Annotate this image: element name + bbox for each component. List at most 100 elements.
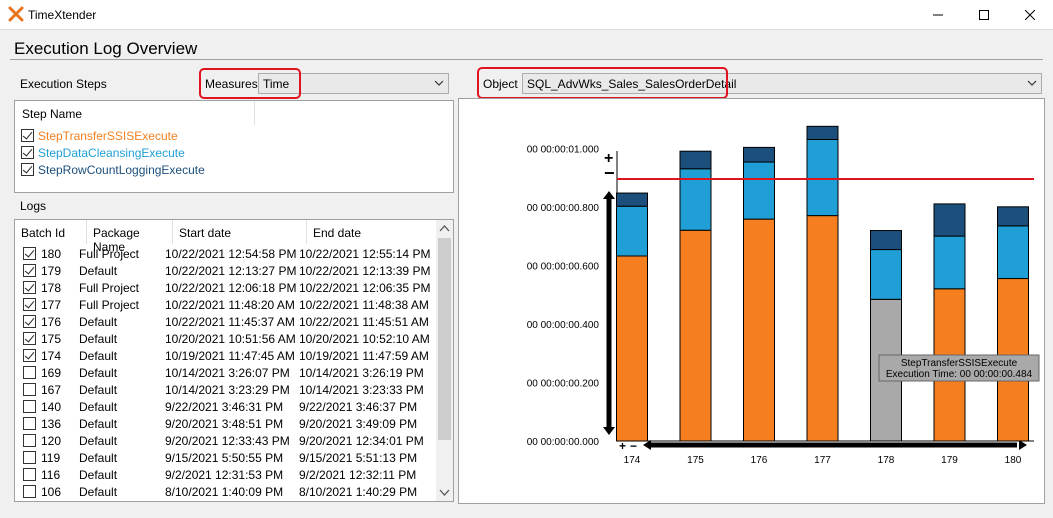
step-name-column-header[interactable]: Step Name: [15, 101, 255, 125]
row-checkbox[interactable]: [23, 434, 36, 447]
y-tick-label: 00 00:00:00.800: [527, 203, 600, 214]
table-row[interactable]: 177 Full Project 10/22/2021 11:48:20 AM 10/…: [15, 296, 429, 313]
cell-start: 10/20/2021 10:51:56 AM: [165, 332, 296, 346]
table-row[interactable]: 119 Default 9/15/2021 5:50:55 PM 9/15/2021 …: [15, 449, 429, 466]
row-checkbox[interactable]: [23, 315, 36, 328]
col-header-package-name[interactable]: Package Name: [87, 220, 173, 254]
row-checkbox[interactable]: [23, 349, 36, 362]
cell-start: 9/22/2021 3:46:31 PM: [165, 400, 284, 414]
cell-start: 9/20/2021 3:48:51 PM: [165, 417, 284, 431]
table-row[interactable]: 174 Default 10/19/2021 11:47:45 AM 10/19/20…: [15, 347, 429, 364]
timextender-logo-icon: [8, 6, 24, 22]
cell-batch: 178: [41, 281, 62, 295]
table-row[interactable]: 116 Default 9/2/2021 12:31:53 PM 9/2/2021 1…: [15, 466, 429, 483]
scroll-up-icon[interactable]: [436, 220, 453, 237]
maximize-icon: [979, 10, 989, 20]
bar-segment: [743, 146, 775, 163]
chevron-down-icon: [1027, 80, 1037, 86]
step-item[interactable]: StepTransferSSISExecute: [21, 127, 178, 144]
cell-batch: 116: [41, 468, 61, 482]
col-header-end-date[interactable]: End date: [307, 220, 437, 244]
y-tick-label: 00 00:00:00.600: [527, 261, 600, 272]
scroll-down-icon[interactable]: [436, 484, 453, 501]
row-checkbox[interactable]: [23, 247, 36, 260]
step-item[interactable]: StepRowCountLoggingExecute: [21, 161, 205, 178]
y-axis-up-arrow-icon: [603, 191, 615, 199]
cell-end: 10/19/2021 11:47:59 AM: [299, 349, 429, 363]
cell-start: 9/15/2021 5:50:55 PM: [165, 451, 284, 465]
cell-start: 10/22/2021 12:06:18 PM: [165, 281, 297, 295]
step-checkbox[interactable]: [21, 163, 34, 176]
bar-segment: [679, 150, 712, 170]
cell-package: Full Project: [79, 247, 140, 261]
table-row[interactable]: 167 Default 10/14/2021 3:23:29 PM 10/14/202…: [15, 381, 429, 398]
title-bar: TimeXtender: [0, 0, 1053, 30]
table-row[interactable]: 180 Full Project 10/22/2021 12:54:58 PM 10/…: [15, 245, 431, 262]
table-row[interactable]: 120 Default 9/20/2021 12:33:43 PM 9/20/2021…: [15, 432, 429, 449]
row-checkbox[interactable]: [23, 366, 36, 379]
cell-end: 10/22/2021 12:55:14 PM: [299, 247, 431, 261]
step-checkbox[interactable]: [21, 146, 34, 159]
row-checkbox[interactable]: [23, 485, 36, 498]
minimize-button[interactable]: [915, 0, 961, 30]
cell-end: 9/2/2021 12:32:11 PM: [299, 468, 417, 482]
row-checkbox[interactable]: [23, 417, 36, 430]
bar-segment: [743, 161, 775, 220]
cell-start: 9/2/2021 12:31:53 PM: [165, 468, 284, 482]
scrollbar-thumb[interactable]: [438, 238, 451, 440]
table-row[interactable]: 140 Default 9/22/2021 3:46:31 PM 9/22/2021 …: [15, 398, 429, 415]
bar-segment: [616, 205, 648, 257]
y-axis-down-arrow-icon: [603, 427, 615, 435]
bar-segment: [679, 168, 712, 231]
minimize-icon: [933, 14, 943, 16]
step-item[interactable]: StepDataCleansingExecute: [21, 144, 185, 161]
row-checkbox[interactable]: [23, 451, 36, 464]
logs-label: Logs: [20, 199, 47, 213]
cell-batch: 175: [41, 332, 62, 346]
close-button[interactable]: [1007, 0, 1053, 30]
row-checkbox[interactable]: [23, 383, 36, 396]
step-label: StepRowCountLoggingExecute: [38, 162, 205, 177]
step-name-header-label: Step Name: [22, 107, 83, 121]
close-icon: [1025, 10, 1035, 20]
y-tick-label: 00 00:00:00.200: [527, 378, 600, 389]
tooltip-title: StepTransferSSISExecute: [901, 358, 1018, 369]
col-header-start-date[interactable]: Start date: [173, 220, 307, 244]
step-label: StepDataCleansingExecute: [38, 145, 185, 160]
table-row[interactable]: 106 Default 8/10/2021 1:40:09 PM 8/10/2021 …: [15, 483, 429, 500]
bar-segment: [806, 125, 839, 140]
maximize-button[interactable]: [961, 0, 1007, 30]
step-checkbox[interactable]: [21, 129, 34, 142]
row-checkbox[interactable]: [23, 400, 36, 413]
measures-highlight: [199, 68, 301, 99]
chevron-down-icon: [434, 80, 444, 86]
execution-time-chart: +−+ −00 00:00:00.00000 00:00:00.20000 00:…: [527, 125, 1040, 466]
table-row[interactable]: 175 Default 10/20/2021 10:51:56 AM 10/20/20…: [15, 330, 430, 347]
bar-segment: [997, 225, 1029, 280]
row-checkbox[interactable]: [23, 332, 36, 345]
table-row[interactable]: 136 Default 9/20/2021 3:48:51 PM 9/20/2021 …: [15, 415, 429, 432]
table-row[interactable]: 176 Default 10/22/2021 11:45:37 AM 10/22/20…: [15, 313, 429, 330]
bar-segment: [806, 215, 839, 442]
row-checkbox[interactable]: [23, 298, 36, 311]
logs-scrollbar[interactable]: [436, 220, 453, 501]
cell-batch: 119: [41, 451, 61, 465]
row-checkbox[interactable]: [23, 468, 36, 481]
cell-start: 10/22/2021 12:13:27 PM: [165, 264, 297, 278]
row-checkbox[interactable]: [23, 281, 36, 294]
cell-end: 10/14/2021 3:23:33 PM: [299, 383, 424, 397]
execution-chart-panel: + − + −00 00:00:00.000 00 00:00:00.200 00 00:…: [458, 98, 1045, 504]
x-tick-label: 176: [751, 455, 768, 466]
cell-start: 9/20/2021 12:33:43 PM: [165, 434, 290, 448]
cell-batch: 120: [41, 434, 62, 448]
table-row[interactable]: 178 Full Project 10/22/2021 12:06:18 PM 10/…: [15, 279, 430, 296]
cell-end: 10/22/2021 12:13:39 PM: [299, 264, 431, 278]
row-checkbox[interactable]: [23, 264, 36, 277]
tooltip-text: Execution Time: 00 00:00:00.484: [886, 369, 1033, 380]
table-row[interactable]: 179 Default 10/22/2021 12:13:27 PM 10/22/20…: [15, 262, 431, 279]
table-row[interactable]: 169 Default 10/14/2021 3:26:07 PM 10/14/202…: [15, 364, 429, 381]
col-header-batch-id[interactable]: Batch Id: [15, 220, 87, 244]
bar-segment: [806, 138, 839, 217]
bar-segment: [616, 192, 648, 207]
x-tick-label: 174: [624, 455, 641, 466]
